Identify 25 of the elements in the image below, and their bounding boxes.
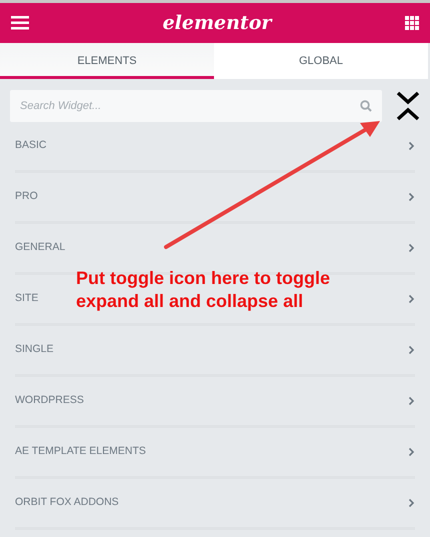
search-field[interactable]: Search Widget...: [10, 90, 382, 122]
chevron-right-icon: [408, 498, 415, 508]
category-title[interactable]: GENERAL: [15, 240, 66, 256]
category-title[interactable]: SITE: [15, 291, 38, 307]
chevron-right-icon: [408, 345, 415, 355]
logo: elementor: [162, 10, 272, 36]
chevron-right-icon: [408, 192, 415, 202]
grid-icon[interactable]: [405, 16, 419, 30]
category-title[interactable]: PRO: [15, 189, 38, 205]
category-title[interactable]: WORDPRESS: [15, 393, 84, 409]
category-title[interactable]: ORBIT FOX ADDONS: [15, 495, 119, 511]
category-title[interactable]: SINGLE: [15, 342, 54, 358]
tab[interactable]: ELEMENTS: [0, 43, 214, 79]
expand-collapse-icon[interactable]: [396, 90, 420, 122]
chevron-right-icon: [408, 141, 415, 151]
chevron-right-icon: [408, 294, 415, 304]
chevron-right-icon: [408, 243, 415, 253]
menu-icon[interactable]: [11, 16, 29, 30]
chevron-right-icon: [408, 447, 415, 457]
category-title[interactable]: AE TEMPLATE ELEMENTS: [15, 444, 146, 460]
category-title[interactable]: BASIC: [15, 138, 47, 154]
chevron-right-icon: [408, 396, 415, 406]
tab[interactable]: GLOBAL: [214, 43, 428, 79]
search-icon: [360, 100, 372, 112]
annotation-text: Put toggle icon here to toggle expand all and collapse all: [76, 267, 331, 313]
